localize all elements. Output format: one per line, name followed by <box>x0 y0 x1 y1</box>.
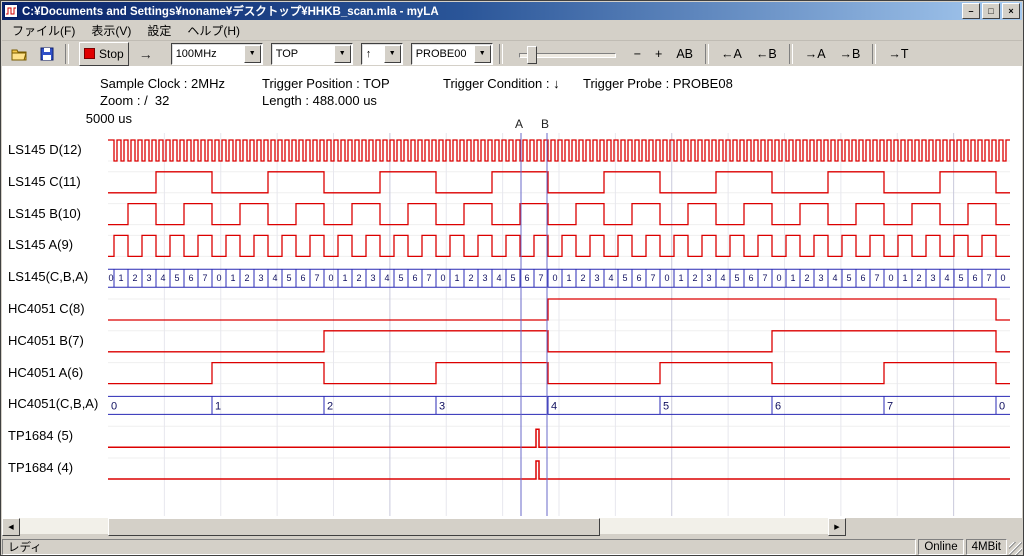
dropdown-arrow-icon[interactable]: ▼ <box>384 45 401 63</box>
open-folder-icon <box>11 47 28 61</box>
app-window: C:¥Documents and Settings¥noname¥デスクトップ¥… <box>0 0 1024 556</box>
trigger-condition-text: Trigger Condition : ↓ <box>443 76 560 91</box>
menu-item[interactable]: ヘルプ(H) <box>179 20 248 41</box>
window-controls: – □ × <box>962 3 1020 19</box>
zoom-slider[interactable] <box>515 44 620 64</box>
menu-item[interactable]: ファイル(F) <box>4 20 83 41</box>
channel-label: TP1684 (5) <box>8 428 73 443</box>
minimize-button[interactable]: – <box>962 3 980 19</box>
trigger-position-select[interactable]: TOP ▼ <box>271 43 353 65</box>
zoom-in-button[interactable]: + <box>649 42 668 66</box>
forward-marker-a-button[interactable]: →A <box>799 42 832 66</box>
clock-select[interactable]: 100MHz ▼ <box>171 43 263 65</box>
title-bar[interactable]: C:¥Documents and Settings¥noname¥デスクトップ¥… <box>2 2 1022 20</box>
trigger-position-text: Trigger Position : TOP <box>262 76 390 91</box>
probe-select[interactable]: PROBE00 ▼ <box>411 43 493 65</box>
channel-label: LS145 D(12) <box>8 142 82 157</box>
menu-item[interactable]: 表示(V) <box>83 20 139 41</box>
status-memory-badge: 4MBit <box>966 539 1007 555</box>
save-button[interactable] <box>35 42 59 66</box>
menu-bar: ファイル(F)表示(V)設定ヘルプ(H) <box>2 20 1022 41</box>
dropdown-arrow-icon[interactable]: ▼ <box>244 45 261 63</box>
ab-button[interactable]: AB <box>670 42 699 66</box>
toolbar-separator <box>789 44 793 64</box>
scroll-right-icon[interactable]: ▶ <box>828 518 846 536</box>
scrollbar-thumb[interactable] <box>108 518 600 536</box>
sample-clock-text: Sample Clock : 2MHz <box>100 76 225 91</box>
window-title: C:¥Documents and Settings¥noname¥デスクトップ¥… <box>22 3 958 19</box>
length-text: Length : 488.000 us <box>262 93 377 108</box>
slider-thumb[interactable] <box>527 46 537 64</box>
channel-label: LS145 B(10) <box>8 206 81 221</box>
horizontal-scrollbar[interactable]: ◀ ▶ <box>2 518 846 534</box>
maximize-button[interactable]: □ <box>982 3 1000 19</box>
run-button[interactable]: → <box>131 42 161 66</box>
stop-button[interactable]: Stop <box>79 42 129 66</box>
channel-label: HC4051(C,B,A) <box>8 396 98 411</box>
channel-label: LS145 C(11) <box>8 174 81 189</box>
scroll-left-icon[interactable]: ◀ <box>2 518 20 536</box>
status-bar: レディ Online 4MBit <box>2 538 1022 555</box>
floppy-icon <box>40 47 54 61</box>
toolbar-separator <box>705 44 709 64</box>
channel-label: LS145 A(9) <box>8 237 73 252</box>
menu-item[interactable]: 設定 <box>139 20 179 41</box>
channel-label: HC4051 C(8) <box>8 301 85 316</box>
toolbar-separator <box>499 44 503 64</box>
channel-label: HC4051 B(7) <box>8 333 84 348</box>
resize-grip[interactable] <box>1009 542 1022 555</box>
zoom-text: Zoom : / 32 <box>100 93 169 108</box>
goto-marker-a-button[interactable]: ←A <box>715 42 748 66</box>
goto-marker-b-button[interactable]: ←B <box>750 42 783 66</box>
app-icon <box>4 4 18 18</box>
toolbar-separator <box>65 44 69 64</box>
status-online-badge: Online <box>918 539 963 555</box>
toolbar: Stop → 100MHz ▼ TOP ▼ ↑ ▼ PROBE00 ▼ − + … <box>2 41 1022 66</box>
stop-icon <box>84 48 95 59</box>
zoom-out-button[interactable]: − <box>628 42 647 66</box>
close-button[interactable]: × <box>1002 3 1020 19</box>
status-ready-text: レディ <box>2 539 916 555</box>
dropdown-arrow-icon[interactable]: ▼ <box>474 45 491 63</box>
channel-label: TP1684 (4) <box>8 460 73 475</box>
trigger-edge-select[interactable]: ↑ ▼ <box>361 43 403 65</box>
channel-label: LS145(C,B,A) <box>8 269 88 284</box>
forward-marker-b-button[interactable]: →B <box>834 42 867 66</box>
toolbar-separator <box>872 44 876 64</box>
channel-label: HC4051 A(6) <box>8 365 83 380</box>
open-button[interactable] <box>6 42 33 66</box>
time-start-label: 5000 us <box>64 111 132 126</box>
waveform-area[interactable] <box>108 133 1010 517</box>
trigger-probe-text: Trigger Probe : PROBE08 <box>583 76 733 91</box>
dropdown-arrow-icon[interactable]: ▼ <box>334 45 351 63</box>
goto-trigger-button[interactable]: →T <box>882 42 914 66</box>
